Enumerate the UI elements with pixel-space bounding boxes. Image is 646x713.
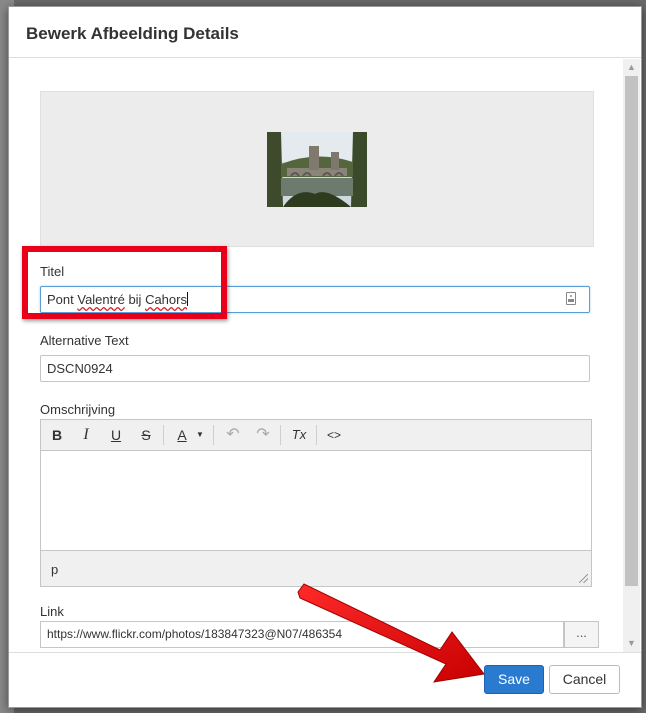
dialog-footer: Save Cancel: [9, 652, 641, 707]
element-path[interactable]: p: [51, 562, 58, 577]
scroll-thumb[interactable]: [625, 76, 638, 586]
scroll-up-icon[interactable]: ▲: [623, 59, 640, 76]
toolbar-separator: [163, 425, 164, 445]
chevron-down-icon[interactable]: ▼: [193, 424, 207, 446]
strikethrough-icon[interactable]: S: [134, 424, 158, 446]
password-manager-icon[interactable]: [566, 292, 576, 305]
toolbar-separator: [280, 425, 281, 445]
toolbar-separator: [316, 425, 317, 445]
save-button[interactable]: Save: [484, 665, 544, 694]
description-label: Omschrijving: [40, 402, 116, 417]
editor-statusbar: p: [41, 550, 591, 586]
alt-text-input[interactable]: DSCN0924: [40, 355, 590, 382]
image-preview: [40, 91, 594, 247]
redo-icon[interactable]: ↷: [251, 424, 275, 446]
image-thumbnail: [267, 132, 367, 207]
dialog-body: Titel Pont Valentré bij Cahors Alternati…: [9, 59, 641, 652]
edit-image-dialog: Bewerk Afbeelding Details Titel Pont Val…: [8, 6, 642, 708]
alt-text-label: Alternative Text: [40, 333, 129, 348]
link-input[interactable]: https://www.flickr.com/photos/183847323@…: [40, 621, 564, 648]
dialog-scrollbar[interactable]: ▲ ▼: [623, 59, 640, 652]
dialog-title: Bewerk Afbeelding Details: [26, 24, 239, 43]
link-browse-button[interactable]: ...: [564, 621, 599, 648]
editor-toolbar: B I U S A ▼ ↶ ↷ Tx <>: [41, 420, 591, 451]
editor-content-area[interactable]: [41, 451, 591, 551]
source-code-icon[interactable]: <>: [322, 424, 346, 446]
resize-handle-icon[interactable]: [579, 574, 588, 583]
bold-icon[interactable]: B: [45, 424, 69, 446]
scroll-down-icon[interactable]: ▼: [623, 635, 640, 652]
link-label: Link: [40, 604, 64, 619]
undo-icon[interactable]: ↶: [221, 424, 245, 446]
clear-format-icon[interactable]: Tx: [287, 424, 311, 446]
description-editor: B I U S A ▼ ↶ ↷ Tx <> p: [40, 419, 592, 587]
toolbar-separator: [213, 425, 214, 445]
underline-icon[interactable]: U: [104, 424, 128, 446]
text-color-icon[interactable]: A: [170, 424, 194, 446]
cancel-button[interactable]: Cancel: [549, 665, 620, 694]
annotation-highlight-box: [22, 246, 227, 319]
italic-icon[interactable]: I: [74, 424, 98, 446]
dialog-header: Bewerk Afbeelding Details: [9, 7, 641, 58]
